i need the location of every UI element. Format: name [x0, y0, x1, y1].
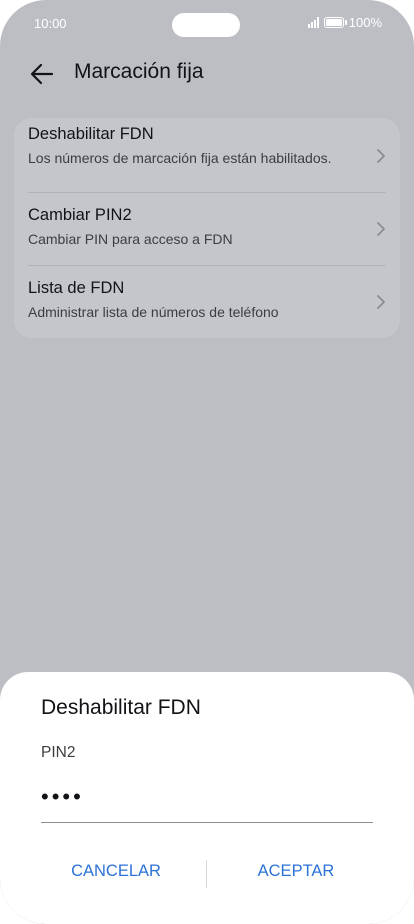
settings-item-change-pin2[interactable]: Cambiar PIN2 Cambiar PIN para acceso a F…	[14, 193, 400, 265]
cancel-button[interactable]: CANCELAR	[32, 862, 200, 881]
item-subtitle: Los números de marcación fija están habi…	[28, 150, 332, 166]
item-title: Deshabilitar FDN	[28, 125, 154, 143]
phone-screen: 10:00 100% Marcación fija Deshabilitar F…	[0, 0, 414, 924]
pin2-label: PIN2	[41, 744, 76, 761]
battery-level: 100%	[348, 15, 382, 30]
chevron-right-icon	[377, 149, 385, 163]
status-right: 100%	[307, 15, 382, 30]
signal-icon	[307, 17, 319, 28]
accept-button[interactable]: ACEPTAR	[212, 862, 380, 881]
item-subtitle: Administrar lista de números de teléfono	[28, 304, 279, 320]
settings-card: Deshabilitar FDN Los números de marcació…	[14, 118, 400, 338]
battery-icon	[323, 17, 347, 28]
chevron-right-icon	[377, 222, 385, 236]
status-bar: 10:00 100%	[0, 0, 414, 46]
top-app-bar: Marcación fija	[0, 54, 414, 94]
page-title: Marcación fija	[74, 60, 204, 83]
dialog-title: Deshabilitar FDN	[41, 696, 201, 719]
item-subtitle: Cambiar PIN para acceso a FDN	[28, 231, 233, 247]
settings-item-fdn-list[interactable]: Lista de FDN Administrar lista de número…	[14, 266, 400, 338]
item-title: Lista de FDN	[28, 279, 125, 297]
button-divider	[206, 860, 207, 888]
arrow-left-icon[interactable]	[28, 60, 56, 88]
item-title: Cambiar PIN2	[28, 206, 132, 224]
chevron-right-icon	[377, 295, 385, 309]
settings-item-disable-fdn[interactable]: Deshabilitar FDN Los números de marcació…	[14, 118, 400, 192]
pin2-input-underline	[41, 822, 373, 823]
status-time: 10:00	[34, 16, 67, 31]
camera-notch	[172, 13, 240, 37]
pin-dialog: Deshabilitar FDN PIN2 •••• CANCELAR ACEP…	[0, 672, 414, 924]
pin2-input[interactable]: ••••	[41, 786, 84, 808]
